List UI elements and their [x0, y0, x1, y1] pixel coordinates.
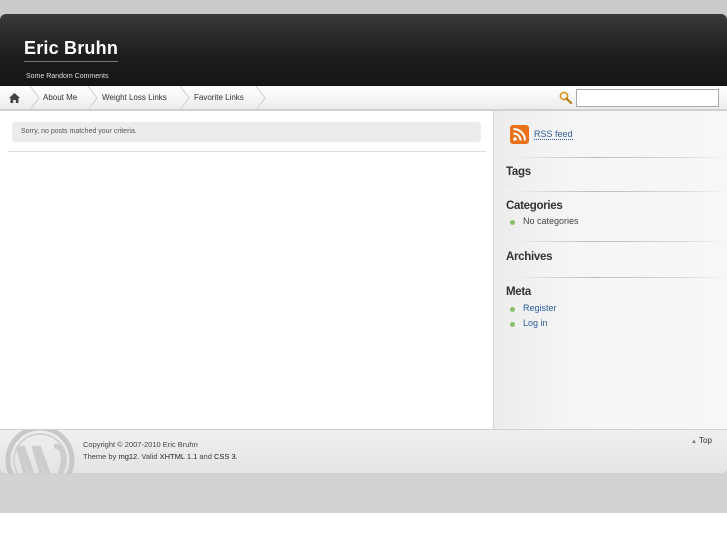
- site-tagline: Some Random Comments: [26, 73, 109, 80]
- theme-prefix: Theme by: [83, 452, 117, 461]
- nav-separator: [256, 86, 266, 110]
- and-text: and: [199, 452, 212, 461]
- xhtml-link[interactable]: XHTML 1.1: [160, 452, 198, 461]
- search-icon[interactable]: [559, 91, 572, 104]
- content-area: Sorry, no posts matched your criteria. R…: [0, 111, 727, 429]
- no-posts-notice: Sorry, no posts matched your criteria.: [12, 122, 481, 142]
- nav-separator: [180, 86, 190, 110]
- sidebar-divider: [504, 157, 726, 158]
- rss-icon[interactable]: [510, 125, 529, 144]
- footer-copyright: Copyright © 2007-2010 Eric Bruhn: [83, 440, 198, 449]
- caret-up-icon: ▲: [691, 439, 697, 445]
- back-to-top-link[interactable]: ▲ Top: [691, 436, 712, 445]
- sidebar-divider: [504, 241, 726, 242]
- register-link[interactable]: Register: [523, 303, 557, 313]
- categories-item: No categories: [523, 216, 579, 226]
- meta-heading: Meta: [506, 286, 532, 298]
- search-input[interactable]: [576, 89, 719, 107]
- divider: [8, 151, 486, 152]
- sidebar-divider: [504, 277, 726, 278]
- nav-item-about-me[interactable]: About Me: [43, 86, 77, 110]
- nav-item-favorite-links[interactable]: Favorite Links: [194, 86, 244, 110]
- rss-feed-link[interactable]: RSS feed: [534, 129, 573, 140]
- log-in-link[interactable]: Log in: [523, 318, 548, 328]
- nav-item-weight-loss-links[interactable]: Weight Loss Links: [102, 86, 167, 110]
- list-bullet: [510, 307, 515, 312]
- main-column: Sorry, no posts matched your criteria.: [0, 111, 493, 429]
- nav-separator: [88, 86, 98, 110]
- sidebar-divider: [504, 191, 726, 192]
- archives-heading: Archives: [506, 251, 553, 263]
- tags-heading: Tags: [506, 166, 531, 178]
- valid-prefix: . Valid: [137, 452, 158, 461]
- site-header: Eric Bruhn Some Random Comments: [0, 14, 727, 86]
- wordpress-logo-icon: [5, 430, 75, 474]
- nav-separator: [30, 86, 40, 110]
- site-title[interactable]: Eric Bruhn: [24, 38, 119, 62]
- footer-credits: Theme by mg12. Valid XHTML 1.1 and CSS 3…: [83, 452, 238, 461]
- period-text: .: [235, 452, 238, 461]
- categories-heading: Categories: [506, 200, 563, 212]
- list-bullet: [510, 322, 515, 327]
- site-footer: Copyright © 2007-2010 Eric Bruhn Theme b…: [0, 429, 727, 474]
- theme-author-link[interactable]: mg12: [118, 452, 137, 461]
- list-bullet: [510, 220, 515, 225]
- home-icon[interactable]: [9, 93, 20, 103]
- sidebar: RSS feed Tags Categories No categories A…: [493, 111, 727, 429]
- css-link[interactable]: CSS 3: [214, 452, 236, 461]
- top-label: Top: [699, 436, 712, 445]
